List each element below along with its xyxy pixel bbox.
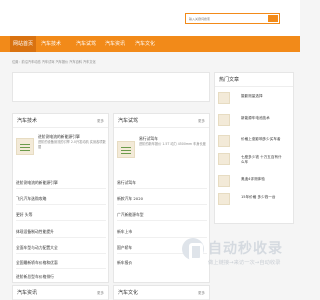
panel-test-more[interactable]: 更多 — [198, 114, 205, 128]
sidebar-item-title[interactable]: 奥迪4评测体验 — [241, 177, 285, 182]
test-list-item[interactable]: 广汽新能源车型 — [117, 212, 207, 218]
tech-list-item[interactable]: 全国最新轿车价格和优惠 — [16, 260, 106, 266]
search-input[interactable] — [186, 14, 279, 23]
divider — [16, 188, 106, 189]
main-nav: 网站首页 汽车技术 汽车试驾 汽车资讯 汽车文化 — [0, 36, 300, 52]
sidebar-item[interactable]: 奥迪4评测体验 — [215, 175, 293, 189]
sidebar-item[interactable]: 新能源车电池技术 — [215, 114, 293, 128]
nav-news[interactable]: 汽车资讯 — [102, 36, 128, 52]
panel-culture-title: 汽车文化 — [118, 290, 139, 296]
watermark-brand: 自动秒收录 — [208, 241, 283, 257]
sidebar-header: 热门文章 — [215, 73, 293, 87]
test-list-item[interactable]: 新车上市 — [117, 229, 207, 235]
tech-list-item[interactable]: 全面车型与动力配置大全 — [16, 245, 106, 251]
tech-list-item[interactable]: 进阶测电流的新能源引擎 — [16, 180, 106, 186]
panel-news-title: 汽车资讯 — [17, 290, 38, 296]
sidebar-thumb[interactable] — [218, 193, 230, 205]
panel-tech-header: 汽车技术 更多 — [13, 114, 108, 128]
sidebar-item[interactable]: 价格上涨影响多少买车者 — [215, 135, 293, 149]
test-featured-thumb[interactable] — [117, 141, 135, 158]
test-featured-desc: 进阶的新车报价 1.5T 动力 4500mm 车身长度 — [139, 142, 206, 146]
sidebar-item-title[interactable]: 摄影测量选择 — [241, 94, 285, 99]
panel-culture: 汽车文化 更多 — [113, 285, 210, 300]
sidebar-item-title[interactable]: 15年价格 多少钱一台 — [241, 195, 285, 200]
site-header — [0, 0, 300, 36]
sidebar-thumb[interactable] — [218, 175, 230, 187]
tech-featured-desc: 进阶的设备测流的引擎 2.0升发动机 实测各项数据 — [38, 140, 106, 149]
sidebar-item-title[interactable]: 新能源车电池技术 — [241, 116, 285, 121]
sidebar-thumb[interactable] — [218, 92, 230, 104]
divider — [16, 268, 106, 269]
divider — [16, 220, 106, 221]
tech-list-item[interactable]: 飞凡汽车选购攻略 — [16, 196, 106, 202]
nav-tech[interactable]: 汽车技术 — [38, 36, 64, 52]
breadcrumb: 位置：前沿汽车动态 汽车试驾 汽车报价 汽车百科 汽车文化 — [12, 60, 96, 64]
search-box — [185, 13, 280, 24]
sidebar-item[interactable]: 摄影测量选择 — [215, 92, 293, 106]
sidebar-item-title[interactable]: 七座多少钱 十万五百有什么车 — [241, 155, 285, 165]
nav-culture[interactable]: 汽车文化 — [132, 36, 158, 52]
panel-tech: 汽车技术 更多 进阶测电流的新能源引擎 进阶的设备测流的引擎 2.0升发动机 实… — [12, 113, 109, 283]
watermark: 自动秒收录 做上链接→来访一次→自动收录 — [182, 236, 292, 272]
panel-news: 汽车资讯 更多 — [12, 285, 109, 300]
panel-news-more[interactable]: 更多 — [97, 286, 104, 300]
nav-home[interactable]: 网站首页 — [10, 36, 36, 52]
page-root: 网站首页 汽车技术 汽车试驾 汽车资讯 汽车文化 位置：前沿汽车动态 汽车试驾 … — [0, 0, 300, 300]
panel-culture-more[interactable]: 更多 — [198, 286, 205, 300]
divider — [117, 204, 207, 205]
sidebar-thumb[interactable] — [218, 114, 230, 126]
panel-news-header: 汽车资讯 更多 — [13, 286, 108, 300]
nav-test[interactable]: 汽车试驾 — [73, 36, 99, 52]
panel-culture-header: 汽车文化 更多 — [114, 286, 209, 300]
divider — [117, 188, 207, 189]
panel-test-header: 汽车试驾 更多 — [114, 114, 209, 128]
panel-test-title: 汽车试驾 — [118, 118, 139, 124]
watermark-logo-icon — [182, 238, 204, 261]
divider — [117, 220, 207, 221]
sidebar-thumb[interactable] — [218, 135, 230, 147]
sidebar-item[interactable]: 七座多少钱 十万五百有什么车 — [215, 153, 293, 167]
banner-area — [12, 72, 210, 102]
tech-featured-thumb[interactable] — [16, 138, 34, 155]
divider — [16, 204, 106, 205]
search-button[interactable] — [268, 15, 278, 22]
test-list-item[interactable]: 新款汽车 2020 — [117, 196, 207, 202]
tech-list-item[interactable]: 更好 头等 — [16, 212, 106, 218]
panel-tech-more[interactable]: 更多 — [97, 114, 104, 128]
divider — [16, 253, 106, 254]
divider — [16, 237, 106, 238]
sidebar-hot: 热门文章 摄影测量选择 新能源车电池技术 价格上涨影响多少买车者 七座多少钱 十… — [214, 72, 294, 224]
watermark-slogan: 做上链接→来访一次→自动收录 — [208, 260, 281, 266]
tech-list-item[interactable]: 进阶新总型车价格排行 — [16, 274, 106, 280]
sidebar-thumb[interactable] — [218, 153, 230, 165]
panel-tech-title: 汽车技术 — [17, 118, 38, 124]
sidebar-item-title[interactable]: 价格上涨影响多少买车者 — [241, 137, 285, 142]
sidebar-item[interactable]: 15年价格 多少钱一台 — [215, 193, 293, 207]
test-list-item[interactable]: 易行试驾车 — [117, 180, 207, 186]
sidebar-title: 热门文章 — [219, 77, 240, 83]
tech-list-item[interactable]: 体现设备制动性能提升 — [16, 229, 106, 235]
